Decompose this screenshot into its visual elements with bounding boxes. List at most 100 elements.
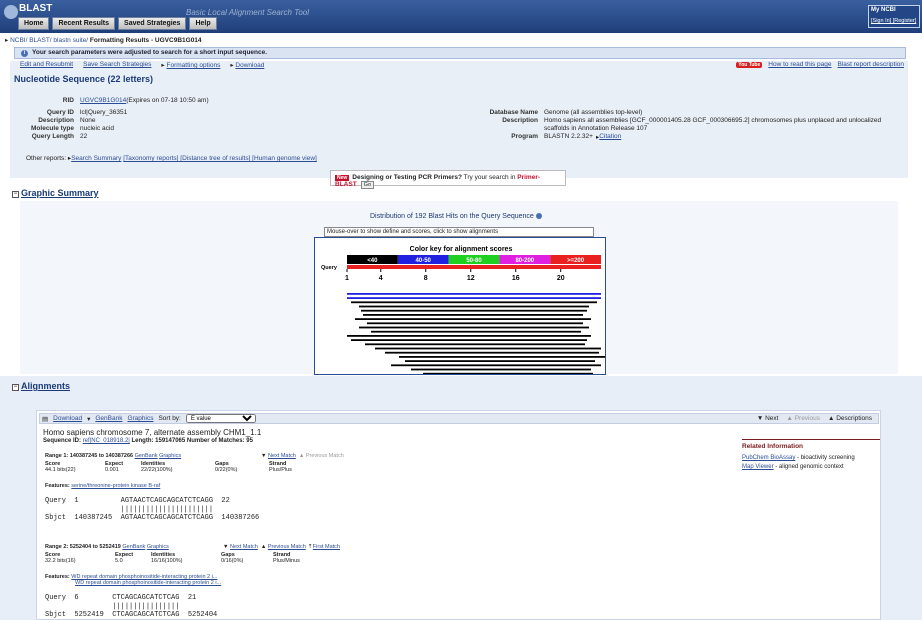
feature-link[interactable]: WD repeat domain phosphoinositide-intera… bbox=[75, 580, 221, 586]
db-description-label: Description bbox=[502, 117, 538, 124]
range-2-genbank[interactable]: GenBank bbox=[122, 544, 145, 550]
collapse-toggle-icon[interactable]: − bbox=[12, 191, 19, 198]
pubchem-link[interactable]: PubChem BioAssay bbox=[742, 455, 795, 461]
range-1-stats: Score Expect Identities Gaps Strand 44.1 bit… bbox=[45, 461, 296, 473]
help-icon[interactable] bbox=[535, 213, 542, 219]
hit-bar[interactable] bbox=[405, 360, 595, 362]
db-description-value: Homo sapiens all assemblies [GCF_0000014… bbox=[544, 117, 882, 124]
query-tick-mark bbox=[470, 269, 472, 272]
graphic-summary-title[interactable]: Graphic Summary bbox=[21, 188, 99, 198]
other-reports: Other reports: ▸Search Summary [Taxonomy… bbox=[26, 155, 317, 162]
range-2-graphics[interactable]: Graphics bbox=[147, 544, 169, 550]
hit-bar[interactable] bbox=[355, 318, 591, 320]
hit-distribution-svg[interactable]: Color key for alignment scores <40 40-50 5… bbox=[315, 238, 606, 375]
graphic-summary-heading[interactable]: − Graphic Summary bbox=[12, 188, 99, 198]
query-tick-mark bbox=[425, 269, 427, 272]
alignments-heading[interactable]: − Alignments bbox=[12, 381, 70, 391]
range-2-prev-match[interactable]: Previous Match bbox=[268, 544, 306, 550]
download-link[interactable]: Download bbox=[235, 62, 264, 69]
query-id-label: Query ID bbox=[46, 109, 74, 116]
results-header-panel: Edit and Resubmit Save Search Strategies… bbox=[10, 61, 908, 178]
hit-bar[interactable] bbox=[411, 368, 591, 371]
save-strategies-link[interactable]: Save Search Strategies bbox=[83, 61, 151, 69]
map-viewer-link[interactable]: Map Viewer bbox=[742, 464, 774, 470]
nav-saved-strategies[interactable]: Saved Strategies bbox=[118, 17, 187, 30]
query-tick-label: 1 bbox=[345, 275, 349, 282]
hit-distribution-text: Distribution of 192 Blast Hits on the Qu… bbox=[370, 213, 534, 220]
seq-id-link[interactable]: ref|NC_018918.2| bbox=[83, 438, 130, 444]
hit-bar[interactable] bbox=[423, 372, 593, 375]
graphic-summary-canvas[interactable]: Color key for alignment scores <40 40-50 5… bbox=[314, 237, 606, 375]
align-genbank-link[interactable]: GenBank bbox=[95, 415, 122, 422]
report-description-link[interactable]: Blast report description bbox=[838, 61, 904, 68]
edit-resubmit-link[interactable]: Edit and Resubmit bbox=[20, 61, 73, 69]
query-tick-label: 12 bbox=[467, 275, 475, 282]
align-download-link[interactable]: Download bbox=[53, 415, 82, 422]
hit-bar[interactable] bbox=[359, 305, 589, 308]
range-1-prev-match[interactable]: Previous Match bbox=[306, 453, 344, 459]
hit-bar[interactable] bbox=[351, 301, 597, 304]
range-1-genbank[interactable]: GenBank bbox=[135, 453, 158, 459]
hit-bar[interactable] bbox=[399, 356, 605, 358]
matches-text: Number of Matches: 95 bbox=[186, 438, 253, 444]
hit-bar[interactable] bbox=[351, 339, 587, 341]
page-title: Nucleotide Sequence (22 letters) bbox=[14, 74, 154, 84]
blast-logo-icon[interactable] bbox=[4, 5, 18, 19]
nav-home[interactable]: Home bbox=[18, 17, 50, 30]
hit-bar[interactable] bbox=[367, 322, 583, 325]
my-ncbi-title[interactable]: My NCBI bbox=[871, 7, 896, 13]
next-label[interactable]: Next bbox=[765, 415, 778, 422]
hit-bar[interactable] bbox=[391, 364, 601, 367]
hit-bar[interactable] bbox=[363, 314, 583, 316]
hit-bar[interactable] bbox=[385, 351, 599, 354]
database-value: Genome (all assemblies top-level) bbox=[544, 109, 643, 116]
download-icon[interactable]: ▤ bbox=[42, 415, 48, 423]
query-length-row: Query Length 22 bbox=[10, 133, 88, 140]
range-1-graphics[interactable]: Graphics bbox=[159, 453, 181, 459]
color-key-label: <40 bbox=[367, 258, 378, 264]
map-viewer-desc: - aligned genomic context bbox=[773, 464, 844, 470]
next-button[interactable]: ▼ Next bbox=[757, 415, 779, 422]
stat-value: 0.001 bbox=[105, 467, 119, 473]
range-2-next-match[interactable]: Next Match bbox=[230, 544, 258, 550]
rid-link[interactable]: UGVC9B1G014 bbox=[80, 97, 126, 104]
primer-question: Designing or Testing PCR Primers? bbox=[352, 174, 462, 181]
help-links: You Tube How to read this page Blast rep… bbox=[736, 61, 904, 68]
hit-bar[interactable] bbox=[347, 297, 601, 299]
hit-bar[interactable] bbox=[371, 330, 581, 333]
hit-bar[interactable] bbox=[375, 347, 601, 350]
formatting-options-link[interactable]: Formatting options bbox=[167, 62, 221, 69]
sign-in-link[interactable]: [Sign In] [Register] bbox=[871, 18, 916, 24]
notice-bar: i Your search parameters were adjusted to… bbox=[14, 47, 906, 59]
align-graphics-link[interactable]: Graphics bbox=[127, 415, 153, 422]
feature-link[interactable]: serine/threonine-protein kinase B-raf bbox=[71, 483, 160, 489]
how-to-read-link[interactable]: How to read this page bbox=[768, 61, 831, 68]
hit-bar[interactable] bbox=[347, 293, 601, 295]
range-1-next-match[interactable]: Next Match bbox=[268, 453, 296, 459]
alignments-title[interactable]: Alignments bbox=[21, 381, 70, 391]
stat-value: 0/22(0%) bbox=[215, 467, 238, 473]
brand-title[interactable]: BLAST bbox=[19, 3, 52, 14]
hit-bar[interactable] bbox=[347, 335, 591, 337]
search-summary-link[interactable]: Search Summary bbox=[71, 155, 121, 162]
breadcrumb-links[interactable]: NCBI/ BLAST/ blastn suite/ bbox=[10, 37, 88, 44]
hit-bar[interactable] bbox=[359, 326, 589, 329]
hit-bar[interactable] bbox=[361, 309, 587, 312]
previous-button[interactable]: ▲ Previous bbox=[786, 415, 820, 422]
up-arrow-icon: ▲ bbox=[298, 453, 305, 459]
nav-recent-results[interactable]: Recent Results bbox=[52, 17, 116, 30]
youtube-icon[interactable]: You Tube bbox=[736, 61, 763, 68]
primer-go-button[interactable]: Go bbox=[360, 181, 375, 189]
descriptions-button[interactable]: ▲ Descriptions bbox=[828, 415, 872, 422]
other-report-links[interactable]: [Taxonomy reports] [Distance tree of res… bbox=[123, 155, 317, 162]
previous-label[interactable]: Previous bbox=[795, 415, 820, 422]
graphic-hint-field[interactable]: Mouse-over to show define and scores, cl… bbox=[324, 227, 594, 237]
hit-bar[interactable] bbox=[365, 343, 585, 346]
collapse-toggle-icon[interactable]: − bbox=[12, 384, 19, 391]
sort-by-select[interactable]: E value bbox=[185, 414, 256, 423]
range-2-first-match[interactable]: First Match bbox=[313, 544, 340, 550]
citation-link[interactable]: Citation bbox=[599, 133, 621, 141]
descriptions-label[interactable]: Descriptions bbox=[836, 415, 872, 422]
hit-bars[interactable] bbox=[347, 293, 605, 375]
nav-help[interactable]: Help bbox=[189, 17, 217, 30]
